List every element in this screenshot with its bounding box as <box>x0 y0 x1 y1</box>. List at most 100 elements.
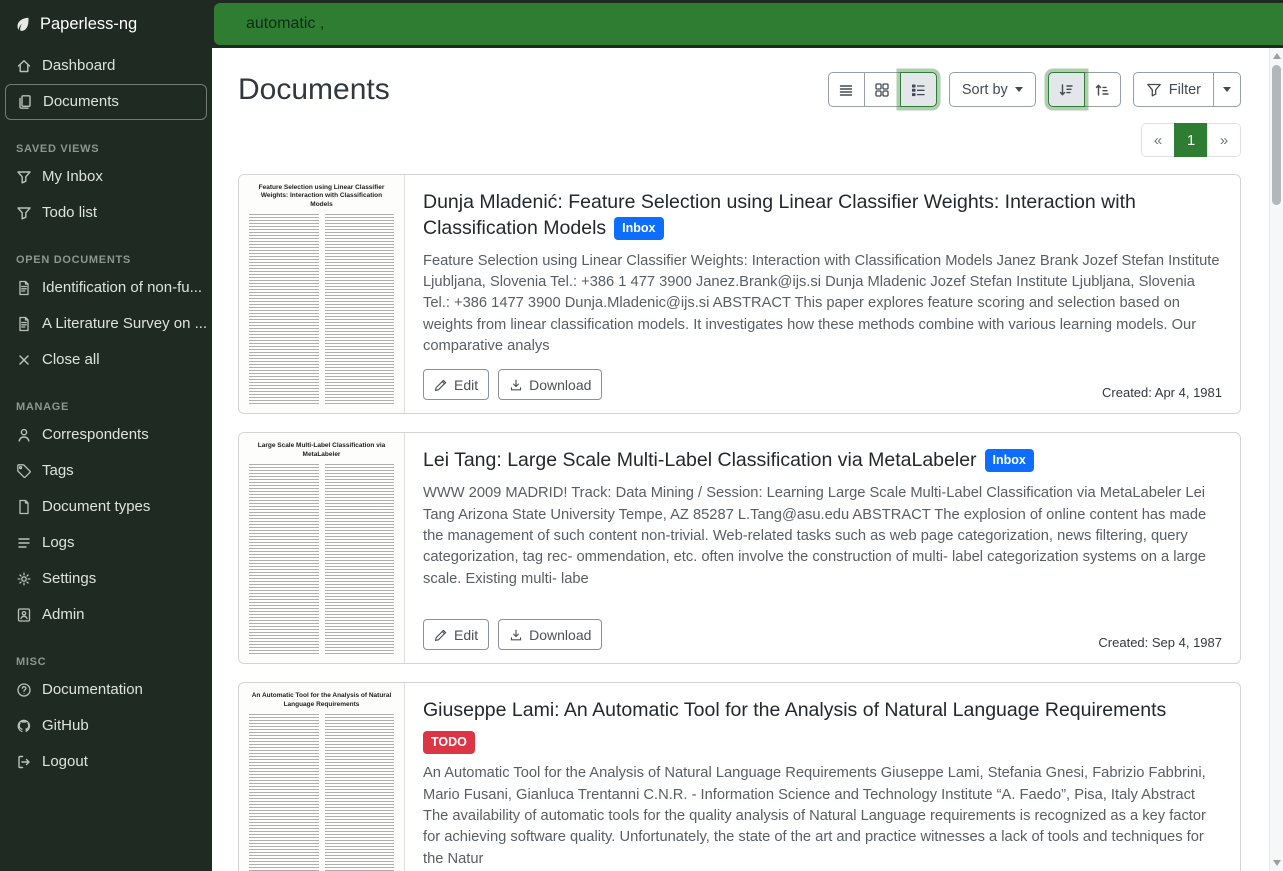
sidebar-item-close-all[interactable]: Close all <box>0 342 212 378</box>
sidebar-item-label: Tags <box>42 461 74 481</box>
document-excerpt: WWW 2009 MADRID! Track: Data Mining / Se… <box>423 483 1222 590</box>
tag-badge-inbox[interactable]: Inbox <box>614 217 663 240</box>
documents-icon <box>17 94 33 110</box>
details-view-button[interactable] <box>900 72 937 107</box>
close-icon <box>16 352 32 368</box>
sidebar-item-label: GitHub <box>42 716 89 736</box>
sidebar-item-logout[interactable]: Logout <box>0 744 212 780</box>
file-icon <box>16 499 32 515</box>
sidebar-item-documentation[interactable]: Documentation <box>0 672 212 708</box>
grid-view-button[interactable] <box>864 72 901 107</box>
page-title: Documents <box>238 73 390 107</box>
grid-view-icon <box>874 82 890 98</box>
document-list: Feature Selection using Linear Classifie… <box>238 174 1241 871</box>
view-toggle-group <box>828 72 937 107</box>
download-icon <box>509 378 523 392</box>
sidebar-section-saved-views: Saved views <box>16 143 196 155</box>
sidebar-item-logs[interactable]: Logs <box>0 525 212 561</box>
funnel-icon <box>16 169 32 185</box>
tag-icon <box>16 463 32 479</box>
document-card-body: Giuseppe Lami: An Automatic Tool for the… <box>405 683 1240 871</box>
tag-badge-todo[interactable]: TODO <box>423 731 475 754</box>
filter-group: Filter <box>1133 72 1241 107</box>
sidebar-item-label: Document types <box>42 497 150 517</box>
pencil-icon <box>434 628 448 642</box>
manage-list: Correspondents Tags Document types Logs <box>0 417 212 633</box>
pagination-next[interactable]: » <box>1207 123 1241 157</box>
thumbnail-title: Feature Selection using Linear Classifie… <box>249 184 394 209</box>
scrollbar-down-arrow[interactable] <box>1273 860 1281 866</box>
created-date: Created: Apr 4, 1981 <box>1102 385 1222 400</box>
created-date: Created: Sep 4, 1987 <box>1098 635 1222 650</box>
sidebar-item-document-types[interactable]: Document types <box>0 489 212 525</box>
scrollbar[interactable] <box>1269 48 1283 871</box>
page-header: Documents <box>238 72 1241 107</box>
download-button[interactable]: Download <box>498 369 602 400</box>
document-thumbnail[interactable]: Large Scale Multi-Label Classification v… <box>239 433 405 663</box>
pagination: « 1 » <box>1141 123 1241 157</box>
sidebar-item-label: Documentation <box>42 680 143 700</box>
edit-button[interactable]: Edit <box>423 619 489 650</box>
sidebar-item-open-doc-1[interactable]: Identification of non-fu... <box>0 270 212 306</box>
scrollbar-up-arrow[interactable] <box>1273 53 1281 59</box>
chevron-down-icon <box>1015 87 1023 92</box>
search-input[interactable] <box>214 3 1283 45</box>
sort-by-label: Sort by <box>962 82 1008 98</box>
tag-badge-inbox[interactable]: Inbox <box>985 449 1034 472</box>
saved-views-list: My Inbox Todo list <box>0 159 212 231</box>
document-card: An Automatic Tool for the Analysis of Na… <box>238 682 1241 871</box>
sidebar-item-dashboard[interactable]: Dashboard <box>0 48 212 84</box>
sidebar-item-tags[interactable]: Tags <box>0 453 212 489</box>
document-thumbnail[interactable]: Feature Selection using Linear Classifie… <box>239 175 405 413</box>
thumbnail-text-lines <box>249 714 394 871</box>
filter-dropdown-button[interactable] <box>1213 72 1241 107</box>
sidebar-item-settings[interactable]: Settings <box>0 561 212 597</box>
paperless-leaf-icon <box>15 16 31 32</box>
filter-button[interactable]: Filter <box>1133 72 1214 107</box>
details-view-icon <box>910 82 926 98</box>
sidebar-item-label: Documents <box>43 92 119 112</box>
file-text-icon <box>16 316 32 332</box>
sidebar-item-correspondents[interactable]: Correspondents <box>0 417 212 453</box>
sidebar-item-admin[interactable]: Admin <box>0 597 212 633</box>
dashboard-icon <box>16 58 32 74</box>
pagination-prev[interactable]: « <box>1141 123 1175 157</box>
sort-descending-button[interactable] <box>1048 72 1085 107</box>
document-title-link[interactable]: Dunja Mladenić: Feature Selection using … <box>423 191 1136 239</box>
sidebar-item-todo-list[interactable]: Todo list <box>0 195 212 231</box>
sidebar-item-label: Identification of non-fu... <box>42 278 202 298</box>
sidebar-item-documents[interactable]: Documents <box>5 84 207 120</box>
document-title-link[interactable]: Giuseppe Lami: An Automatic Tool for the… <box>423 699 1166 721</box>
topbar <box>212 0 1283 48</box>
filter-label: Filter <box>1169 82 1201 98</box>
brand[interactable]: Paperless-ng <box>0 0 212 48</box>
pagination-page-1[interactable]: 1 <box>1174 123 1208 157</box>
list-view-button[interactable] <box>828 72 865 107</box>
download-button[interactable]: Download <box>498 619 602 650</box>
sidebar-item-label: Logs <box>42 533 75 553</box>
open-documents-list: Identification of non-fu... A Literature… <box>0 270 212 378</box>
document-card: Feature Selection using Linear Classifie… <box>238 174 1241 414</box>
sidebar-item-label: Logout <box>42 752 88 772</box>
content: Documents <box>212 48 1283 871</box>
sidebar-item-my-inbox[interactable]: My Inbox <box>0 159 212 195</box>
sidebar-item-label: My Inbox <box>42 167 103 187</box>
thumbnail-title: Large Scale Multi-Label Classification v… <box>249 442 394 459</box>
document-thumbnail[interactable]: An Automatic Tool for the Analysis of Na… <box>239 683 405 871</box>
sidebar-item-github[interactable]: GitHub <box>0 708 212 744</box>
download-icon <box>509 628 523 642</box>
sidebar-nav: Dashboard Documents <box>0 48 212 120</box>
document-title-link[interactable]: Lei Tang: Large Scale Multi-Label Classi… <box>423 449 977 471</box>
sidebar-item-label: Admin <box>42 605 85 625</box>
sidebar-item-open-doc-2[interactable]: A Literature Survey on ... <box>0 306 212 342</box>
person-icon <box>16 427 32 443</box>
document-title-row: Lei Tang: Large Scale Multi-Label Classi… <box>423 448 1222 474</box>
scrollbar-thumb[interactable] <box>1272 65 1281 205</box>
sort-by-dropdown[interactable]: Sort by <box>949 72 1036 107</box>
sort-ascending-button[interactable] <box>1084 72 1121 107</box>
download-button-label: Download <box>529 627 591 643</box>
document-card-body: Lei Tang: Large Scale Multi-Label Classi… <box>405 433 1240 663</box>
document-card-footer: Edit Download Created: Sep 4, 1987 <box>423 607 1222 650</box>
edit-button[interactable]: Edit <box>423 369 489 400</box>
sidebar: Paperless-ng Dashboard Documents Saved v… <box>0 0 212 871</box>
